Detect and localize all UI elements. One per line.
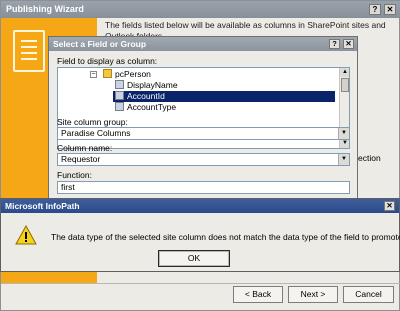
- close-icon[interactable]: ✕: [384, 201, 395, 211]
- wizard-titlebar: Publishing Wizard ? ✕: [1, 1, 400, 18]
- chevron-down-icon[interactable]: ▼: [338, 128, 349, 139]
- ok-button[interactable]: OK: [158, 250, 230, 267]
- tree-item[interactable]: AccountType: [113, 102, 178, 113]
- scroll-down-icon[interactable]: ▼: [340, 139, 349, 148]
- message-text: The data type of the selected site colum…: [51, 232, 400, 242]
- tree-item-label: pcPerson: [115, 69, 151, 79]
- column-name-dropdown[interactable]: Requestor ▼: [57, 153, 350, 166]
- site-group-value: Paradise Columns: [61, 128, 131, 138]
- next-button[interactable]: Next >: [288, 286, 338, 303]
- select-field-dialog: Select a Field or Group ? ✕ Field to dis…: [48, 36, 358, 204]
- column-name-label: Column name:: [57, 143, 113, 153]
- tree-item-label: AccountId: [127, 91, 165, 101]
- tree-item-label: AccountType: [127, 102, 177, 112]
- message-dialog-title: Microsoft InfoPath: [5, 201, 80, 211]
- tree-item[interactable]: pcPerson: [101, 69, 153, 80]
- tree-item-label: DisplayName: [127, 80, 178, 90]
- warning-icon: [15, 225, 37, 245]
- select-dialog-titlebar: Select a Field or Group ? ✕: [49, 37, 357, 51]
- footer-divider: [1, 283, 400, 284]
- chevron-down-icon[interactable]: ▼: [338, 154, 349, 165]
- help-icon[interactable]: ?: [329, 39, 340, 49]
- help-icon[interactable]: ?: [369, 4, 381, 15]
- infopath-message-dialog: Microsoft InfoPath ✕ The data type of th…: [0, 198, 400, 272]
- scroll-thumb[interactable]: [341, 78, 349, 92]
- site-group-label: Site column group:: [57, 117, 128, 127]
- function-value: first: [61, 182, 75, 192]
- message-dialog-titlebar: Microsoft InfoPath ✕: [1, 199, 399, 213]
- scroll-up-icon[interactable]: ▲: [340, 68, 349, 77]
- wizard-title: Publishing Wizard: [6, 4, 84, 14]
- field-icon: [115, 102, 124, 111]
- tree-item[interactable]: DisplayName: [113, 80, 180, 91]
- function-label: Function:: [57, 170, 92, 180]
- column-name-value: Requestor: [61, 154, 101, 164]
- folder-icon: [103, 69, 112, 78]
- cancel-button[interactable]: Cancel: [343, 286, 394, 303]
- site-group-dropdown[interactable]: Paradise Columns ▼: [57, 127, 350, 140]
- field-icon: [115, 80, 124, 89]
- tree-item-selected[interactable]: AccountId: [113, 91, 335, 102]
- field-label: Field to display as column:: [57, 56, 158, 66]
- select-dialog-title: Select a Field or Group: [53, 39, 147, 49]
- collapse-icon[interactable]: −: [90, 71, 97, 78]
- wizard-partial-text: ection: [358, 153, 381, 163]
- close-icon[interactable]: ✕: [384, 4, 396, 15]
- field-icon: [115, 91, 124, 100]
- close-icon[interactable]: ✕: [343, 39, 354, 49]
- function-field[interactable]: first: [57, 181, 350, 194]
- back-button[interactable]: < Back: [233, 286, 283, 303]
- document-icon: [13, 30, 45, 72]
